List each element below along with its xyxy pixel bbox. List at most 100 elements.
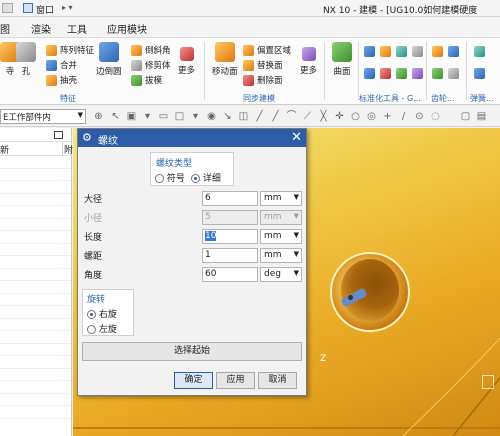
crosshair-icon[interactable]: + bbox=[382, 111, 393, 122]
list-item[interactable] bbox=[0, 306, 71, 319]
list-item[interactable] bbox=[0, 281, 71, 294]
move-face-button[interactable]: 移动面 bbox=[212, 42, 238, 77]
std-tool-icon[interactable] bbox=[412, 46, 423, 57]
list-item[interactable] bbox=[0, 356, 71, 369]
std-tool-icon[interactable] bbox=[396, 68, 407, 79]
tangent-icon[interactable]: ⟋ bbox=[302, 111, 313, 122]
snap-icon[interactable]: ◌ bbox=[430, 111, 441, 122]
ok-button[interactable]: 确定 bbox=[174, 372, 213, 389]
gear-tool-icon[interactable] bbox=[432, 68, 443, 79]
dropdown-icon[interactable]: ▾ bbox=[190, 111, 201, 122]
window-icon[interactable] bbox=[23, 3, 33, 13]
list-item[interactable] bbox=[0, 344, 71, 356]
tab-applications[interactable]: 应用模块 bbox=[107, 21, 147, 36]
view-icon[interactable]: ▤ bbox=[476, 111, 487, 122]
point-icon[interactable]: ✛ bbox=[334, 111, 345, 122]
major-diameter-unit[interactable]: mm ▼ bbox=[260, 191, 302, 206]
list-item[interactable] bbox=[0, 406, 71, 419]
arc-icon[interactable]: ⌒ bbox=[286, 111, 297, 122]
box-select-icon[interactable]: ▭ bbox=[158, 111, 169, 122]
length-input[interactable]: 10 bbox=[202, 229, 258, 244]
quick-access-arrows[interactable]: ▸ ▾ bbox=[62, 3, 73, 12]
tab-render[interactable]: 渲染 bbox=[31, 21, 51, 36]
offset-region-button[interactable]: 偏置区域 bbox=[243, 44, 291, 56]
tab-tools[interactable]: 工具 bbox=[67, 21, 87, 36]
close-icon[interactable]: ✕ bbox=[291, 130, 302, 145]
select-mode-icon[interactable]: ▣ bbox=[126, 111, 137, 122]
feature-more-button[interactable]: 更多 bbox=[178, 47, 195, 76]
list-item[interactable] bbox=[0, 181, 71, 194]
chamfer-button[interactable]: 倒斜角 bbox=[131, 44, 171, 56]
hole-inner-face[interactable] bbox=[341, 259, 399, 321]
intersection-icon[interactable]: ⊙ bbox=[414, 111, 425, 122]
std-tool-icon[interactable] bbox=[380, 46, 391, 57]
hole-button[interactable]: 孔 bbox=[16, 42, 36, 77]
list-item[interactable] bbox=[0, 394, 71, 406]
list-item[interactable] bbox=[0, 319, 71, 331]
rect-select-icon[interactable]: □ bbox=[174, 111, 185, 122]
column-b[interactable]: 附 bbox=[62, 143, 73, 156]
list-item[interactable] bbox=[0, 369, 71, 381]
list-item[interactable] bbox=[0, 219, 71, 231]
gear-icon[interactable]: ⚙ bbox=[82, 131, 92, 144]
std-tool-icon[interactable] bbox=[380, 68, 391, 79]
delete-face-button[interactable]: 删除面 bbox=[243, 74, 283, 86]
select-start-button[interactable]: 选择起始 bbox=[82, 342, 302, 361]
gear-tool-icon[interactable] bbox=[448, 46, 459, 57]
list-item[interactable] bbox=[0, 169, 71, 181]
list-item[interactable] bbox=[0, 331, 71, 344]
std-tool-icon[interactable] bbox=[396, 46, 407, 57]
selection-scope-dropdown[interactable]: E工作部件内 ▼ bbox=[0, 109, 86, 124]
midpoint-icon[interactable]: ╳ bbox=[318, 111, 329, 122]
edge-blend-button[interactable]: 边倒圆 bbox=[96, 42, 122, 77]
face-icon[interactable]: ◫ bbox=[238, 111, 249, 122]
curve-icon[interactable]: ↘ bbox=[222, 111, 233, 122]
list-item[interactable] bbox=[0, 294, 71, 306]
list-item[interactable] bbox=[0, 156, 71, 169]
line-icon[interactable]: ╱ bbox=[254, 111, 265, 122]
gear-tool-icon[interactable] bbox=[448, 68, 459, 79]
list-item[interactable] bbox=[0, 381, 71, 394]
tab-view[interactable]: 图 bbox=[0, 21, 10, 36]
pitch-input[interactable]: 1 bbox=[202, 248, 258, 263]
std-tool-icon[interactable] bbox=[364, 46, 375, 57]
apply-button[interactable]: 应用 bbox=[216, 372, 255, 389]
line-icon[interactable]: ╱ bbox=[270, 111, 281, 122]
angle-unit[interactable]: deg ▼ bbox=[260, 267, 302, 282]
center-point-icon[interactable]: ○ bbox=[350, 111, 361, 122]
spring-tool-icon[interactable] bbox=[474, 68, 485, 79]
quadrant-icon[interactable]: ◎ bbox=[366, 111, 377, 122]
std-tool-icon[interactable] bbox=[412, 68, 423, 79]
draft-button[interactable]: 拔模 bbox=[131, 74, 162, 86]
maximize-icon[interactable] bbox=[54, 131, 63, 139]
select-mode-icon[interactable]: ▾ bbox=[142, 111, 153, 122]
trim-body-button[interactable]: 修剪体 bbox=[131, 59, 171, 71]
solid-icon[interactable]: ◉ bbox=[206, 111, 217, 122]
cancel-button[interactable]: 取消 bbox=[258, 372, 297, 389]
snap-icon[interactable]: ↖ bbox=[110, 111, 121, 122]
column-name[interactable]: 新 bbox=[0, 143, 9, 156]
dialog-title-bar[interactable]: ⚙ 螺纹 ✕ bbox=[78, 129, 306, 147]
list-item[interactable] bbox=[0, 194, 71, 206]
gear-tool-icon[interactable] bbox=[432, 46, 443, 57]
right-hand-radio[interactable]: 右旋 bbox=[87, 307, 117, 320]
spring-tool-icon[interactable] bbox=[474, 46, 485, 57]
select-filter-icon[interactable]: ⊕ bbox=[93, 111, 104, 122]
list-item[interactable] bbox=[0, 256, 71, 269]
std-tool-icon[interactable] bbox=[364, 68, 375, 79]
replace-face-button[interactable]: 替换面 bbox=[243, 59, 283, 71]
type-detailed-radio[interactable]: 详细 bbox=[191, 171, 221, 184]
pitch-unit[interactable]: mm ▼ bbox=[260, 248, 302, 263]
surface-button[interactable]: 曲面 bbox=[332, 42, 352, 77]
sync-more-button[interactable]: 更多 bbox=[300, 47, 317, 76]
combine-button[interactable]: 合并 bbox=[46, 59, 77, 71]
length-unit[interactable]: mm ▼ bbox=[260, 229, 302, 244]
list-item[interactable] bbox=[0, 244, 71, 256]
angle-input[interactable]: 60 bbox=[202, 267, 258, 282]
view-icon[interactable]: ▢ bbox=[460, 111, 471, 122]
list-item[interactable] bbox=[0, 206, 71, 219]
list-item[interactable] bbox=[0, 231, 71, 244]
list-item[interactable] bbox=[0, 269, 71, 281]
left-hand-radio[interactable]: 左旋 bbox=[87, 322, 117, 335]
type-symbolic-radio[interactable]: 符号 bbox=[155, 171, 185, 184]
